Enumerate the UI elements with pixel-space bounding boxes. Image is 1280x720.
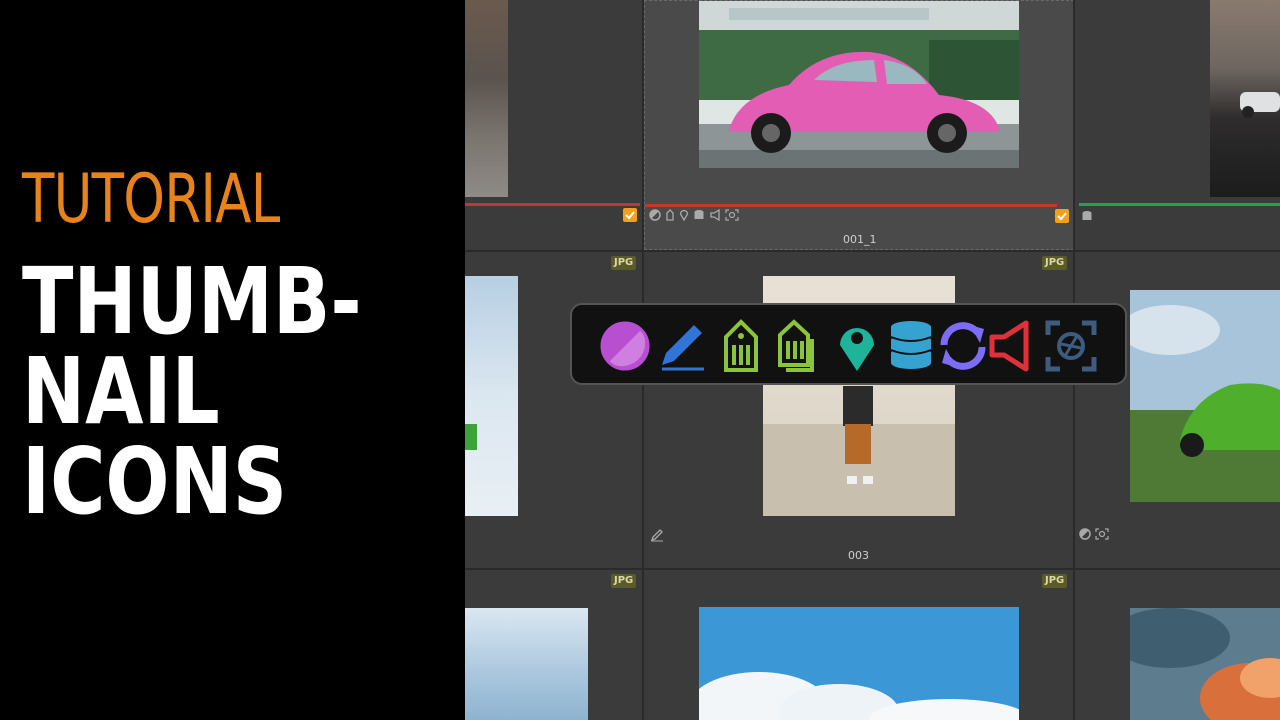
develop-icon [600, 321, 650, 371]
audio-speaker-icon [710, 209, 720, 221]
thumbnail-status-icons [649, 209, 739, 221]
thumbnail-filename: 003 [848, 549, 869, 562]
thumbnail-filename: 001_1 [843, 233, 877, 246]
thumbnail-image-clouds [699, 607, 1019, 720]
color-label-bar [465, 203, 640, 206]
face-detect-icon [1095, 528, 1109, 540]
thumbnail-image [1210, 0, 1280, 197]
file-type-badge: JPG [611, 256, 637, 270]
gps-pin-icon [840, 328, 874, 371]
tag-icon [666, 209, 674, 221]
thumbnail-cell[interactable] [1075, 0, 1280, 250]
thumbnail-cell-selected[interactable]: 001_1 [644, 0, 1074, 250]
edit-pencil-icon [650, 529, 663, 542]
edit-pencil-icon [662, 325, 704, 371]
title-line-icons: ICONS [22, 428, 288, 535]
tag-copies-icon [778, 319, 814, 372]
thumbnail-cell[interactable] [1075, 570, 1280, 720]
develop-icon [649, 209, 661, 221]
thumbnail-image-sunset-clouds [1130, 608, 1280, 720]
face-detect-icon [725, 209, 739, 221]
thumbnail-image-green-car [1130, 290, 1280, 502]
gps-pin-icon [679, 209, 689, 221]
icon-legend-overlay [570, 303, 1127, 385]
thumbnail-cell[interactable]: JPG [465, 570, 643, 720]
grid-divider [465, 568, 1280, 570]
thumbnail-image [465, 608, 588, 720]
selected-checkbox[interactable] [1055, 209, 1069, 223]
sync-icon [940, 322, 986, 370]
title-line-nail: NAIL [22, 338, 220, 445]
database-icon [890, 321, 932, 369]
thumbnail-cell[interactable]: JPG [465, 252, 643, 568]
thumbnail-image [465, 0, 508, 197]
face-detect-icon [1045, 320, 1097, 372]
grid-divider [465, 250, 1280, 252]
title-panel: TUTORIAL THUMB- NAIL ICONS [0, 0, 465, 720]
thumbnail-cell[interactable]: JPG 003 [644, 252, 1074, 568]
thumbnail-cell[interactable]: JPG [644, 570, 1074, 720]
thumbnail-image [465, 276, 518, 516]
title-line-thumb: THUMB- [22, 248, 362, 355]
database-icon [1082, 211, 1092, 220]
thumbnail-cell[interactable] [465, 0, 643, 250]
file-type-badge: JPG [1042, 574, 1068, 588]
color-label-bar [645, 204, 1057, 207]
develop-icon [1079, 528, 1091, 540]
thumbnail-cell[interactable] [1075, 252, 1280, 568]
tag-icon [724, 319, 758, 372]
color-label-bar [1079, 203, 1280, 206]
audio-speaker-icon [989, 320, 1029, 372]
thumbnail-status-icons [1079, 528, 1109, 540]
file-type-badge: JPG [611, 574, 637, 588]
thumbnail-image-pink-car [699, 1, 1019, 168]
title-tutorial: TUTORIAL [22, 160, 280, 239]
database-icon [694, 210, 704, 219]
selected-checkbox[interactable] [623, 208, 637, 222]
file-type-badge: JPG [1042, 256, 1068, 270]
